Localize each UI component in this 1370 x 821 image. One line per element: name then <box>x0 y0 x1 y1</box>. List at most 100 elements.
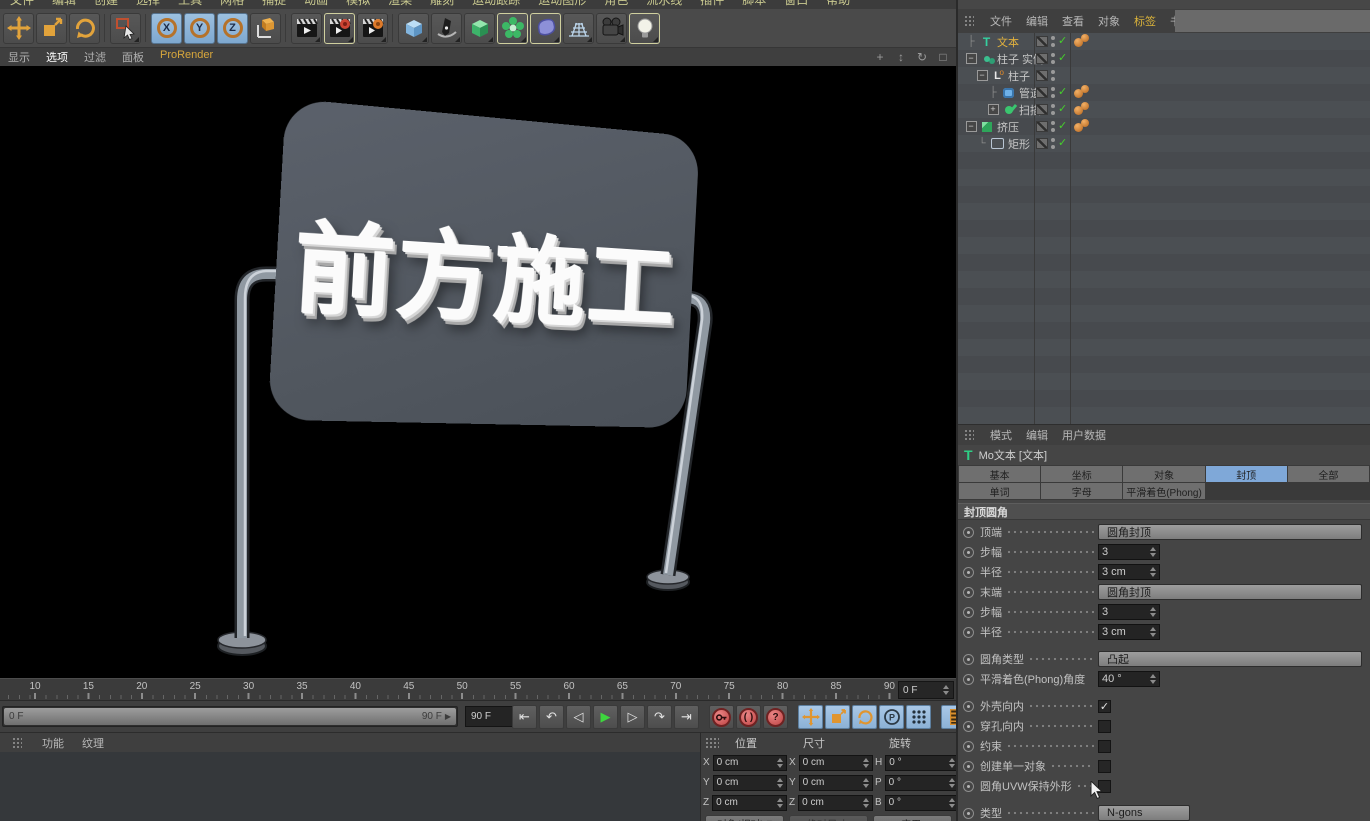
view-control-icon[interactable]: □ <box>936 50 950 64</box>
preview-range-track[interactable]: 0 F 90 F▶ <box>2 706 458 727</box>
spinner-icon[interactable] <box>1149 627 1156 637</box>
viewport-menu-item[interactable]: 选项 <box>46 49 68 65</box>
coordinate-mode-button[interactable]: 对象(相对)▾ <box>705 815 784 821</box>
menu-item[interactable]: 捕捉 <box>262 0 286 8</box>
transport-button[interactable]: ↷ <box>647 705 672 729</box>
render-picture-viewer-button[interactable] <box>324 13 355 44</box>
menu-item[interactable]: 文件 <box>10 0 34 8</box>
enable-check-icon[interactable] <box>1058 138 1069 149</box>
live-selection-button[interactable] <box>110 13 141 44</box>
visibility-dots-icon[interactable] <box>1051 70 1055 81</box>
visibility-toggles[interactable] <box>1036 70 1070 81</box>
visibility-dots-icon[interactable] <box>1051 138 1055 149</box>
expander-icon[interactable] <box>965 37 977 47</box>
panel-grip[interactable] <box>964 15 974 27</box>
animation-dot-icon[interactable] <box>963 587 974 598</box>
animation-dot-icon[interactable] <box>963 527 974 538</box>
attribute-tab[interactable]: 对象 <box>1123 466 1204 482</box>
object-tree-row[interactable]: 挤压 <box>958 118 1370 135</box>
menu-item[interactable]: 运动跟踪 <box>472 0 520 8</box>
transport-button[interactable]: ▶ <box>593 705 618 729</box>
visibility-toggles[interactable] <box>1036 36 1070 47</box>
keyframe-selection-button[interactable]: ? <box>763 705 788 729</box>
view-control-icon[interactable]: + <box>873 50 887 64</box>
attribute-menu-item[interactable]: 编辑 <box>1026 427 1048 443</box>
attribute-tab[interactable]: 基本 <box>959 466 1040 482</box>
visibility-toggles[interactable] <box>1036 121 1070 132</box>
record-keyframe-button[interactable] <box>709 705 734 729</box>
key-rotation-toggle[interactable] <box>852 705 877 729</box>
coordinate-input[interactable]: 0 ° <box>885 755 956 771</box>
light-button[interactable] <box>629 13 660 44</box>
layer-toggle-icon[interactable] <box>1036 138 1048 149</box>
panel-grip[interactable] <box>964 429 974 441</box>
coordinate-input[interactable]: 0 ° <box>885 795 956 811</box>
spinner-icon[interactable] <box>1149 674 1156 684</box>
spinner-icon[interactable] <box>948 758 955 768</box>
animation-dot-icon[interactable] <box>963 781 974 792</box>
checkbox[interactable] <box>1098 760 1111 773</box>
mograph-button[interactable] <box>497 13 528 44</box>
menu-item[interactable]: 运动图形 <box>538 0 586 8</box>
menu-item[interactable]: 工具 <box>178 0 202 8</box>
spinner-icon[interactable] <box>776 758 783 768</box>
floor-button[interactable] <box>563 13 594 44</box>
visibility-toggles[interactable] <box>1036 53 1070 64</box>
expander-icon[interactable] <box>976 70 988 81</box>
transport-button[interactable]: ▷ <box>620 705 645 729</box>
animation-dot-icon[interactable] <box>963 567 974 578</box>
spinner-icon[interactable] <box>1149 547 1156 557</box>
coordinate-mode-button[interactable]: 应用 <box>873 815 952 821</box>
material-tag-icons[interactable] <box>1074 35 1094 48</box>
material-manager-area[interactable] <box>0 752 700 821</box>
coordinate-input[interactable]: 0 cm <box>713 775 787 791</box>
viewport-3d[interactable]: 前方施工 <box>0 66 956 678</box>
object-tree-row[interactable]: 矩形 <box>958 135 1370 152</box>
menu-item[interactable]: 网格 <box>220 0 244 8</box>
spinner-icon[interactable] <box>862 778 869 788</box>
object-tree-row[interactable]: 柱子 <box>958 67 1370 84</box>
animation-dot-icon[interactable] <box>963 627 974 638</box>
object-tree-row[interactable]: 扫描 <box>958 101 1370 118</box>
object-label[interactable]: 文本 <box>997 34 1019 50</box>
view-control-icon[interactable]: ↕ <box>894 50 908 64</box>
menu-item[interactable]: 渲染 <box>388 0 412 8</box>
object-manager-menu-item[interactable]: 对象 <box>1098 13 1120 29</box>
panel-grip[interactable] <box>12 737 22 749</box>
spinner-icon[interactable] <box>862 798 869 808</box>
viewport-menu-item[interactable]: 显示 <box>8 49 30 65</box>
object-manager-menu-item[interactable]: 标签 <box>1134 13 1156 29</box>
object-manager-menu-item[interactable]: 编辑 <box>1026 13 1048 29</box>
spinner-icon[interactable] <box>942 685 949 695</box>
value-field[interactable]: 3 <box>1098 604 1160 620</box>
attribute-subtab[interactable]: 字母 <box>1041 483 1122 499</box>
camera-button[interactable] <box>596 13 627 44</box>
enable-check-icon[interactable] <box>1058 36 1069 47</box>
value-field[interactable]: 3 cm <box>1098 624 1160 640</box>
layer-toggle-icon[interactable] <box>1036 36 1048 47</box>
spinner-icon[interactable] <box>948 778 955 788</box>
object-manager-menu-item[interactable]: 文件 <box>990 13 1012 29</box>
attribute-tab[interactable]: 坐标 <box>1041 466 1122 482</box>
timeline-ruler[interactable]: 1015202530354045505560657075808590 0 F <box>0 678 956 701</box>
visibility-toggles[interactable] <box>1036 138 1070 149</box>
menu-item[interactable]: 流水线 <box>646 0 682 8</box>
animation-dot-icon[interactable] <box>963 674 974 685</box>
menu-item[interactable]: 窗口 <box>784 0 808 8</box>
expander-icon[interactable] <box>976 139 988 149</box>
coordinate-system-button[interactable] <box>250 13 281 44</box>
menu-item[interactable]: 帮助 <box>826 0 850 8</box>
animation-dot-icon[interactable] <box>963 701 974 712</box>
animation-dot-icon[interactable] <box>963 721 974 732</box>
object-label[interactable]: 柱子 <box>1008 68 1030 84</box>
transport-button[interactable]: ◁ <box>566 705 591 729</box>
axis-lock-button[interactable]: Y <box>184 13 215 44</box>
key-parameter-toggle[interactable]: P <box>879 705 904 729</box>
animation-dot-icon[interactable] <box>963 654 974 665</box>
transport-button[interactable]: ↶ <box>539 705 564 729</box>
spline-pen-button[interactable] <box>431 13 462 44</box>
panel-drag-area[interactable] <box>1175 10 1370 32</box>
menu-item[interactable]: 编辑 <box>52 0 76 8</box>
dropdown-field[interactable]: 圆角封顶 <box>1098 584 1362 600</box>
layer-toggle-icon[interactable] <box>1036 53 1048 64</box>
